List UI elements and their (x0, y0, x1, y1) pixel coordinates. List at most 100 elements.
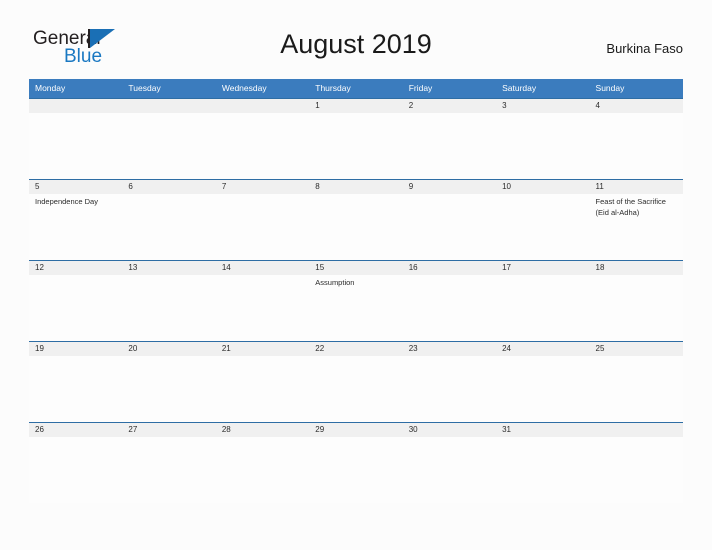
day-number[interactable]: 2 (403, 99, 496, 113)
calendar-week-row: 5 6 7 8 9 10 11 Independence Day Feast o… (29, 179, 683, 260)
week-date-band: 5 6 7 8 9 10 11 (29, 180, 683, 194)
calendar-week-row: 12 13 14 15 16 17 18 Assumption (29, 260, 683, 341)
calendar-week-row: 1 2 3 4 (29, 98, 683, 179)
day-number[interactable]: 10 (496, 180, 589, 194)
day-cell[interactable] (29, 437, 122, 503)
day-cell[interactable] (309, 194, 402, 260)
day-cell[interactable] (496, 356, 589, 422)
day-number[interactable]: 4 (590, 99, 683, 113)
day-cell[interactable]: Independence Day (29, 194, 122, 260)
day-cell[interactable] (216, 113, 309, 179)
day-cell[interactable] (403, 194, 496, 260)
day-number[interactable]: 30 (403, 423, 496, 437)
weekday-header-wednesday: Wednesday (221, 83, 267, 93)
day-cell[interactable] (496, 194, 589, 260)
week-date-band: 12 13 14 15 16 17 18 (29, 261, 683, 275)
day-number[interactable]: 29 (309, 423, 402, 437)
week-date-band: 1 2 3 4 (29, 99, 683, 113)
day-number[interactable] (590, 423, 683, 437)
day-number[interactable]: 25 (590, 342, 683, 356)
day-cell[interactable] (29, 275, 122, 341)
day-number[interactable]: 17 (496, 261, 589, 275)
day-cell[interactable] (590, 275, 683, 341)
day-cell[interactable] (216, 194, 309, 260)
weekday-header-friday: Friday (408, 83, 433, 93)
weekday-header-monday: Monday (35, 83, 66, 93)
day-number[interactable] (216, 99, 309, 113)
weekday-header-sunday: Sunday (595, 83, 625, 93)
day-cell[interactable]: Assumption (309, 275, 402, 341)
day-number[interactable]: 13 (122, 261, 215, 275)
day-cell[interactable] (29, 113, 122, 179)
day-number[interactable]: 24 (496, 342, 589, 356)
day-cell[interactable] (122, 113, 215, 179)
day-number[interactable]: 28 (216, 423, 309, 437)
weekday-header-tuesday: Tuesday (128, 83, 161, 93)
day-cell[interactable] (403, 356, 496, 422)
day-number[interactable]: 20 (122, 342, 215, 356)
weekday-header-thursday: Thursday (315, 83, 351, 93)
calendar-week-row: 19 20 21 22 23 24 25 (29, 341, 683, 422)
day-cell[interactable] (122, 194, 215, 260)
day-cell[interactable] (122, 356, 215, 422)
day-cell[interactable] (122, 275, 215, 341)
day-cell[interactable] (590, 437, 683, 503)
day-cell[interactable] (29, 356, 122, 422)
calendar-grid: Monday Tuesday Wednesday Thursday Friday… (29, 79, 683, 503)
day-cell[interactable] (496, 113, 589, 179)
weekday-header-row: Monday Tuesday Wednesday Thursday Friday… (29, 79, 683, 98)
day-number[interactable]: 23 (403, 342, 496, 356)
day-number[interactable]: 5 (29, 180, 122, 194)
calendar-week-row: 26 27 28 29 30 31 (29, 422, 683, 503)
page-title: August 2019 (280, 29, 432, 59)
day-number[interactable]: 11 (590, 180, 683, 194)
day-number[interactable] (122, 99, 215, 113)
day-number[interactable]: 21 (216, 342, 309, 356)
day-cell[interactable] (496, 275, 589, 341)
weekday-header-saturday: Saturday (502, 83, 537, 93)
day-cell[interactable] (496, 437, 589, 503)
day-number[interactable]: 14 (216, 261, 309, 275)
day-event-text: Assumption (315, 278, 355, 287)
day-number[interactable]: 7 (216, 180, 309, 194)
day-cell[interactable] (309, 356, 402, 422)
week-event-band (29, 437, 683, 503)
day-number[interactable]: 22 (309, 342, 402, 356)
day-number[interactable]: 6 (122, 180, 215, 194)
day-cell[interactable] (216, 437, 309, 503)
day-cell[interactable] (309, 437, 402, 503)
calendar-page: General Blue August 2019 Burkina Faso Mo… (0, 0, 712, 550)
week-date-band: 19 20 21 22 23 24 25 (29, 342, 683, 356)
day-cell[interactable]: Feast of the Sacrifice (Eid al-Adha) (590, 194, 683, 260)
day-number[interactable]: 3 (496, 99, 589, 113)
day-cell[interactable] (590, 113, 683, 179)
day-number[interactable]: 15 (309, 261, 402, 275)
day-cell[interactable] (309, 113, 402, 179)
week-event-band: Assumption (29, 275, 683, 341)
day-event-text: Independence Day (35, 197, 98, 206)
day-number[interactable]: 27 (122, 423, 215, 437)
day-number[interactable]: 8 (309, 180, 402, 194)
day-number[interactable] (29, 99, 122, 113)
day-number[interactable]: 12 (29, 261, 122, 275)
day-cell[interactable] (403, 113, 496, 179)
day-cell[interactable] (122, 437, 215, 503)
day-cell[interactable] (216, 356, 309, 422)
day-number[interactable]: 1 (309, 99, 402, 113)
week-event-band (29, 356, 683, 422)
day-number[interactable]: 26 (29, 423, 122, 437)
day-number[interactable]: 31 (496, 423, 589, 437)
day-cell[interactable] (590, 356, 683, 422)
day-cell[interactable] (403, 437, 496, 503)
country-label: Burkina Faso (606, 41, 683, 56)
day-event-text: Feast of the Sacrifice (Eid al-Adha) (595, 197, 666, 217)
day-cell[interactable] (216, 275, 309, 341)
day-number[interactable]: 19 (29, 342, 122, 356)
day-number[interactable]: 16 (403, 261, 496, 275)
day-cell[interactable] (403, 275, 496, 341)
week-date-band: 26 27 28 29 30 31 (29, 423, 683, 437)
week-event-band (29, 113, 683, 179)
day-number[interactable]: 9 (403, 180, 496, 194)
week-event-band: Independence Day Feast of the Sacrifice … (29, 194, 683, 260)
day-number[interactable]: 18 (590, 261, 683, 275)
